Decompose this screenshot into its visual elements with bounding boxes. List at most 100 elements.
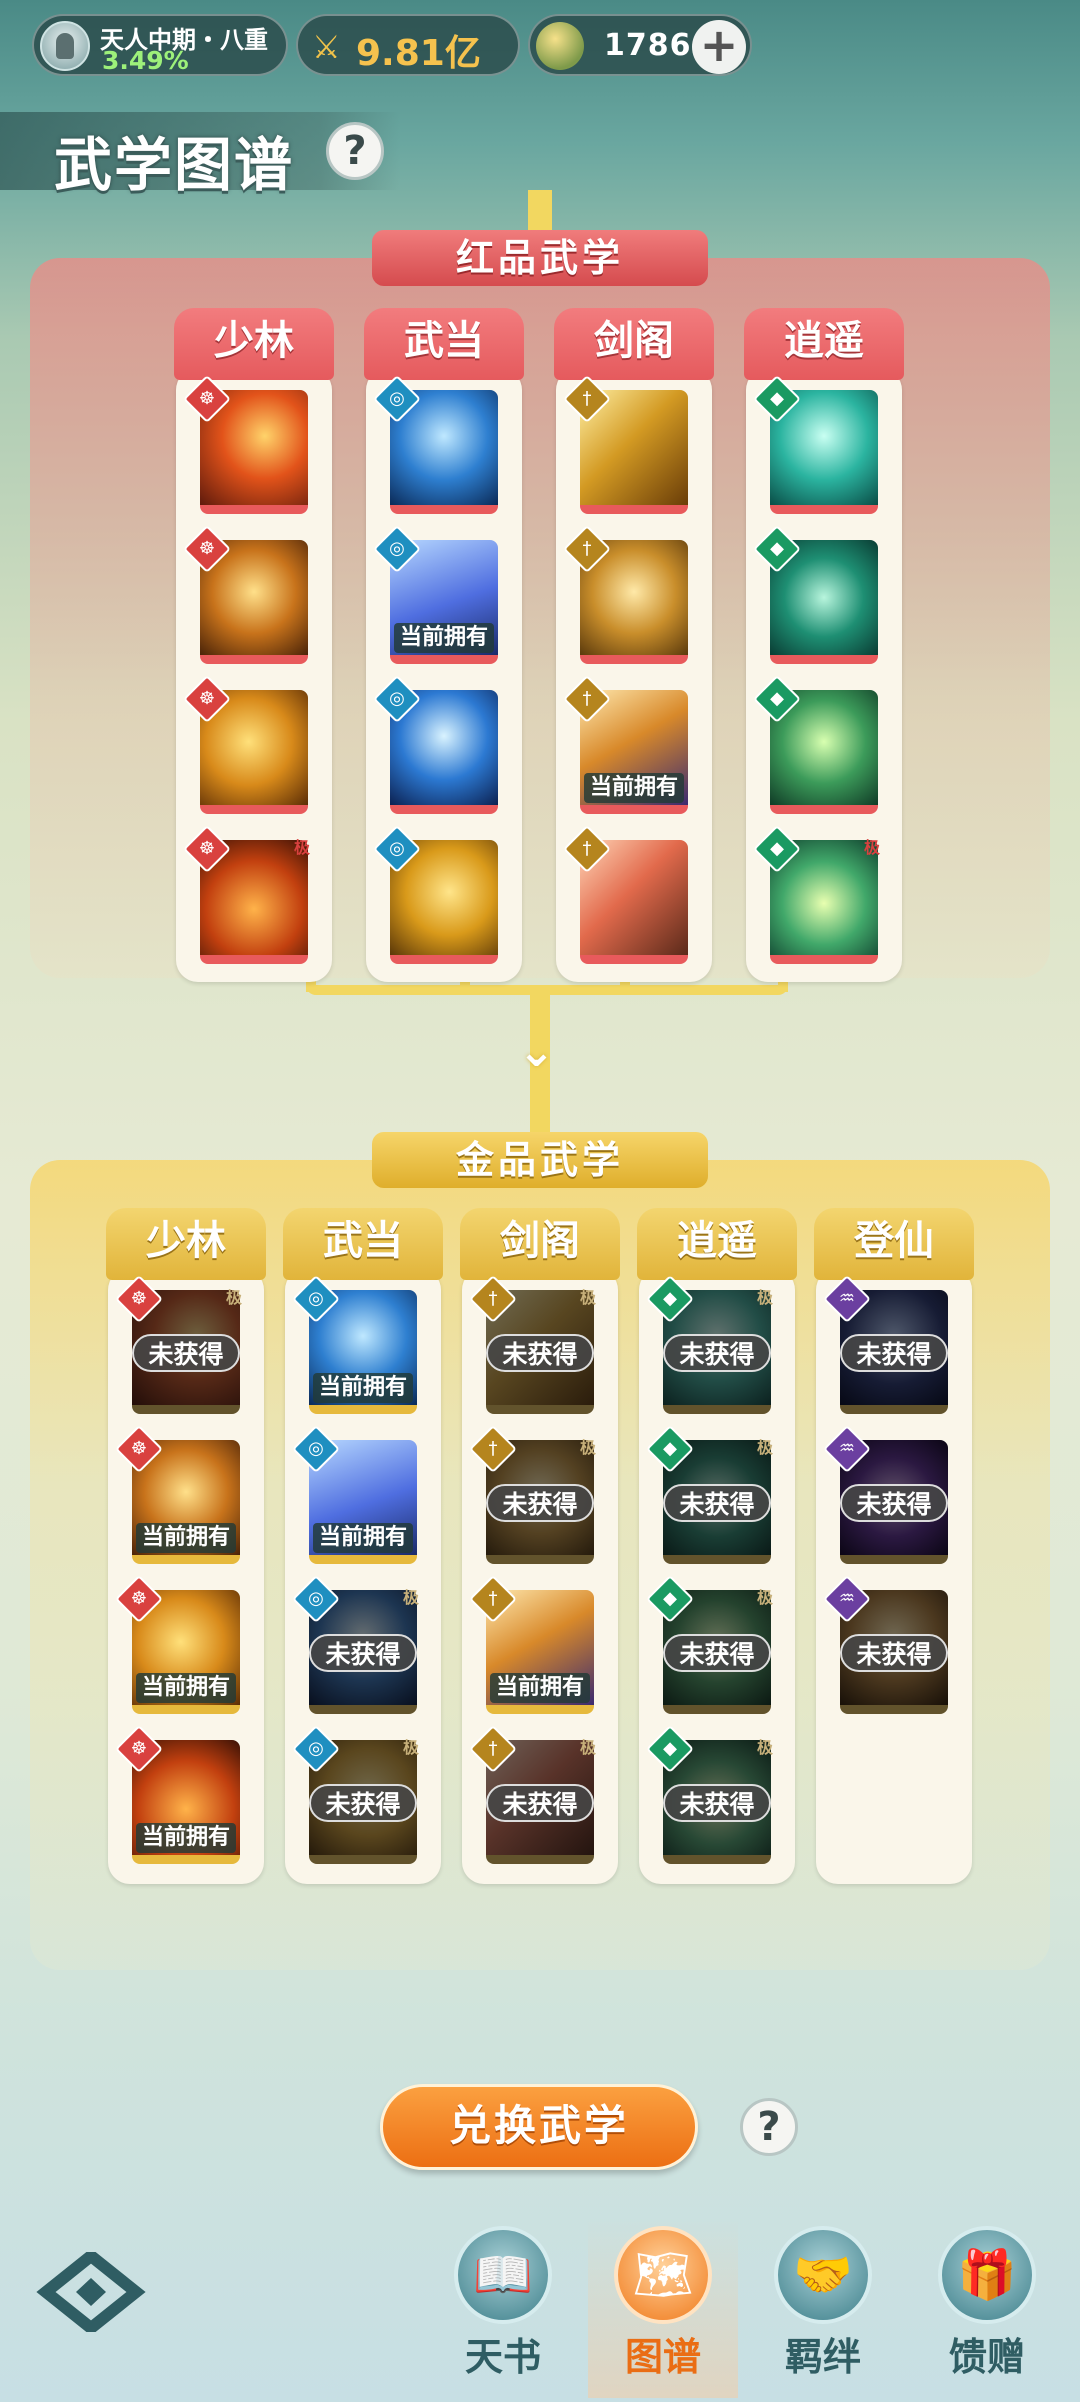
exchange-martial-arts-button[interactable]: 兑换武学 — [380, 2084, 698, 2170]
skill-card[interactable]: ◆ 极未获得 — [645, 1574, 773, 1714]
extreme-tag: 极 — [756, 1738, 773, 1757]
skill-card[interactable]: † — [562, 524, 688, 664]
school-column-header: 剑阁 — [460, 1208, 620, 1280]
extreme-tag: 极 — [402, 1738, 419, 1757]
skill-card[interactable]: ☸ 当前拥有 — [114, 1574, 240, 1714]
skill-card[interactable]: ◎ 当前拥有 — [291, 1274, 417, 1414]
skill-card[interactable]: † 极未获得 — [468, 1724, 596, 1864]
extreme-tag: 极 — [579, 1288, 596, 1307]
extreme-tag: 极 — [402, 1588, 419, 1607]
skill-card[interactable]: ◎ — [372, 374, 498, 514]
not-obtained-label: 未获得 — [663, 1484, 771, 1522]
skill-card[interactable]: ♒ 未获得 — [822, 1424, 948, 1564]
red-grade-banner: 红品武学 — [372, 230, 708, 286]
owned-label: 当前拥有 — [394, 623, 494, 653]
not-obtained-label: 未获得 — [309, 1784, 417, 1822]
skill-card[interactable]: † — [562, 824, 688, 964]
school-column-header: 逍遥 — [744, 308, 904, 380]
extreme-tag: 极 — [863, 838, 880, 857]
school-column-header: 武当 — [364, 308, 524, 380]
nav-jiban[interactable]: 🤝 羁绊 — [748, 2218, 898, 2398]
nav-tupu[interactable]: 🗺 图谱 — [588, 2218, 738, 2398]
extreme-tag: 极 — [756, 1438, 773, 1457]
avatar — [40, 21, 90, 71]
skill-card[interactable]: ◆ 极未获得 — [645, 1424, 773, 1564]
skill-card[interactable]: † 当前拥有 — [468, 1574, 594, 1714]
school-column-header: 武当 — [283, 1208, 443, 1280]
skill-card[interactable]: ◎ 极未获得 — [291, 1724, 419, 1864]
connector-branch — [306, 985, 788, 995]
skill-card[interactable]: ◆ — [752, 524, 878, 664]
nav-kuizeng[interactable]: 🎁 馈赠 — [912, 2218, 1062, 2398]
skill-card[interactable]: ☸ 当前拥有 — [114, 1424, 240, 1564]
skill-card[interactable]: ◆ 极未获得 — [645, 1274, 773, 1414]
skill-card[interactable]: ♒ 未获得 — [822, 1574, 948, 1714]
combat-power-display[interactable]: ⚔ 9.81亿 — [296, 14, 520, 76]
school-column: 少林 ☸ ☸ ☸ ☸ 极 — [174, 308, 334, 982]
combat-power-value: 9.81亿 — [356, 33, 481, 74]
owned-label: 当前拥有 — [313, 1373, 413, 1403]
not-obtained-label: 未获得 — [486, 1484, 594, 1522]
skill-card[interactable]: ♒ 未获得 — [822, 1274, 948, 1414]
skill-card[interactable]: ◎ 当前拥有 — [291, 1424, 417, 1564]
gold-grade-banner: 金品武学 — [372, 1132, 708, 1188]
extreme-tag: 极 — [579, 1438, 596, 1457]
skill-card[interactable]: ◎ — [372, 824, 498, 964]
owned-label: 当前拥有 — [313, 1523, 413, 1553]
coin-icon — [536, 22, 584, 70]
not-obtained-label: 未获得 — [840, 1334, 948, 1372]
not-obtained-label: 未获得 — [486, 1334, 594, 1372]
exchange-help-button[interactable]: ? — [740, 2098, 798, 2156]
connector-top — [528, 190, 552, 234]
nav-label: 图谱 — [624, 2335, 701, 2379]
skill-card[interactable]: ☸ — [182, 674, 308, 814]
not-obtained-label: 未获得 — [663, 1334, 771, 1372]
skill-card[interactable]: ◆ 极 — [752, 824, 880, 964]
school-column-header: 剑阁 — [554, 308, 714, 380]
nav-tianshu[interactable]: 📖 天书 — [428, 2218, 578, 2398]
skill-card[interactable]: † 当前拥有 — [562, 674, 688, 814]
rank-display[interactable]: 天人中期・八重 3.49% — [32, 14, 288, 76]
school-column: 少林 ☸ 极未获得 ☸ 当前拥有 ☸ 当前拥有 ☸ 当前拥有 — [106, 1208, 266, 1884]
school-column: 武当 ◎ ◎ 当前拥有 ◎ ◎ — [364, 308, 524, 982]
skill-card[interactable]: ☸ 当前拥有 — [114, 1724, 240, 1864]
skill-card[interactable]: ◆ — [752, 674, 878, 814]
not-obtained-label: 未获得 — [840, 1634, 948, 1672]
nav-label: 馈赠 — [948, 2335, 1025, 2379]
skill-card[interactable]: ☸ 极 — [182, 824, 310, 964]
owned-label: 当前拥有 — [136, 1673, 236, 1703]
skill-card[interactable]: ◎ 极未获得 — [291, 1574, 419, 1714]
skill-card[interactable]: ☸ 极未获得 — [114, 1274, 242, 1414]
extreme-tag: 极 — [579, 1738, 596, 1757]
chevron-down-icon: ⌄ — [518, 1026, 555, 1077]
nav-label: 羁绊 — [784, 2335, 861, 2379]
menu-logo-icon[interactable] — [36, 2252, 146, 2332]
skill-card[interactable]: ☸ — [182, 374, 308, 514]
help-button[interactable]: ? — [326, 122, 384, 180]
rank-progress: 3.49% — [102, 46, 189, 75]
handshake-icon: 🤝 — [774, 2226, 872, 2324]
crossed-swords-icon: ⚔ — [312, 28, 341, 66]
school-column-header: 少林 — [106, 1208, 266, 1280]
skill-card[interactable]: ◆ — [752, 374, 878, 514]
owned-label: 当前拥有 — [136, 1523, 236, 1553]
owned-label: 当前拥有 — [584, 773, 684, 803]
skill-card[interactable]: ☸ — [182, 524, 308, 664]
extreme-tag: 极 — [756, 1288, 773, 1307]
skill-card[interactable]: † — [562, 374, 688, 514]
skill-card[interactable]: ◎ — [372, 674, 498, 814]
page-title: 武学图谱 — [54, 131, 295, 199]
owned-label: 当前拥有 — [490, 1673, 590, 1703]
skill-card[interactable]: † 极未获得 — [468, 1424, 596, 1564]
currency-display[interactable]: 1786 + — [528, 14, 752, 76]
owned-label: 当前拥有 — [136, 1823, 236, 1853]
not-obtained-label: 未获得 — [132, 1334, 240, 1372]
skill-card[interactable]: ◎ 当前拥有 — [372, 524, 498, 664]
skill-card[interactable]: † 极未获得 — [468, 1274, 596, 1414]
school-column: 剑阁 † † † 当前拥有 † — [554, 308, 714, 982]
extreme-tag: 极 — [756, 1588, 773, 1607]
skill-card[interactable]: ◆ 极未获得 — [645, 1724, 773, 1864]
not-obtained-label: 未获得 — [486, 1784, 594, 1822]
add-currency-button[interactable]: + — [692, 20, 746, 74]
book-icon: 📖 — [454, 2226, 552, 2324]
